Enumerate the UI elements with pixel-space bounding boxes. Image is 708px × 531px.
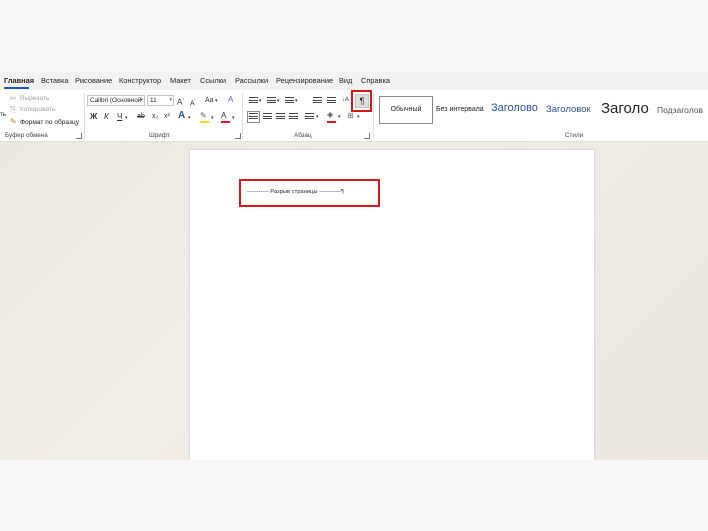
- multilevel-list-icon[interactable]: [285, 97, 294, 105]
- tab-references[interactable]: Ссылки: [200, 76, 226, 85]
- justify-icon[interactable]: [289, 113, 298, 121]
- tab-insert[interactable]: Вставка: [41, 76, 68, 85]
- borders-icon[interactable]: ⊞: [347, 111, 354, 121]
- style-normal[interactable]: Обычный: [379, 96, 433, 124]
- style-heading-1[interactable]: Заголово: [491, 102, 538, 114]
- chevron-down-icon[interactable]: ▾: [338, 112, 341, 122]
- tab-view[interactable]: Вид: [339, 76, 352, 85]
- paragraph-group-label: Абзац: [294, 132, 312, 139]
- underline-button[interactable]: Ч: [117, 112, 122, 122]
- chevron-down-icon: ▾: [140, 97, 143, 103]
- chevron-down-icon[interactable]: ▾: [259, 96, 262, 106]
- increase-indent-icon[interactable]: [327, 97, 336, 105]
- cut-button[interactable]: Вырезать: [20, 95, 49, 102]
- chevron-down-icon[interactable]: ▾: [357, 112, 360, 122]
- superscript-button[interactable]: x²: [164, 112, 170, 122]
- paragraph-launcher-icon[interactable]: [364, 133, 370, 139]
- bold-button[interactable]: Ж: [90, 112, 97, 122]
- shading-icon[interactable]: ◈: [327, 110, 333, 120]
- tab-design[interactable]: Конструктор: [119, 76, 161, 85]
- tab-layout[interactable]: Макет: [170, 76, 191, 85]
- separator: [84, 93, 85, 139]
- paste-button-label[interactable]: ть: [0, 112, 6, 118]
- chevron-down-icon[interactable]: ▾: [316, 112, 319, 122]
- grow-font-button[interactable]: A^: [177, 95, 184, 108]
- scissors-icon: ✂: [10, 94, 17, 103]
- chevron-down-icon[interactable]: ▾: [277, 96, 280, 106]
- bullets-icon[interactable]: [249, 97, 258, 105]
- tab-draw[interactable]: Рисование: [75, 76, 112, 85]
- shading-color-bar: [327, 121, 336, 123]
- top-area: [0, 0, 708, 72]
- line-spacing-icon[interactable]: [305, 113, 314, 121]
- font-launcher-icon[interactable]: [235, 133, 241, 139]
- copy-icon: ⎘: [10, 105, 17, 114]
- font-color-button[interactable]: A: [221, 111, 226, 121]
- clipboard-launcher-icon[interactable]: [76, 133, 82, 139]
- font-color-bar: [221, 121, 230, 123]
- tab-review[interactable]: Рецензирование: [276, 76, 333, 85]
- text-effects-button[interactable]: A: [178, 111, 185, 121]
- align-center-icon[interactable]: [263, 113, 272, 121]
- style-subtitle[interactable]: Подзаголов: [657, 105, 703, 115]
- change-case-button[interactable]: Aa ▾: [205, 96, 217, 106]
- chevron-down-icon: ▾: [169, 97, 172, 103]
- font-group-label: Шрифт: [149, 132, 170, 139]
- sort-button[interactable]: ↓A: [342, 95, 349, 105]
- copy-button[interactable]: Копировать: [20, 106, 56, 113]
- tab-home[interactable]: Главная: [4, 76, 34, 85]
- align-left-icon[interactable]: [247, 111, 260, 123]
- ribbon-tabs: Главная Вставка Рисование Конструктор Ма…: [0, 72, 708, 90]
- subscript-button[interactable]: x₂: [152, 112, 158, 122]
- format-painter-button[interactable]: Формат по образцу: [20, 119, 79, 126]
- style-no-spacing[interactable]: Без интервала: [436, 106, 484, 113]
- separator: [373, 93, 374, 139]
- styles-group-label: Стили: [565, 132, 584, 139]
- align-right-icon[interactable]: [276, 113, 285, 121]
- numbering-icon[interactable]: [267, 97, 276, 105]
- font-name-combo[interactable]: Calibri (Основной ▾: [87, 95, 145, 106]
- active-tab-indicator: [4, 87, 29, 89]
- style-title[interactable]: Заголо: [601, 100, 649, 117]
- clear-formatting-icon[interactable]: A: [228, 95, 233, 105]
- chevron-down-icon[interactable]: ▾: [188, 113, 191, 123]
- decrease-indent-icon[interactable]: [313, 97, 322, 105]
- highlighter-icon[interactable]: ✎: [200, 111, 207, 121]
- chevron-down-icon[interactable]: ▾: [211, 113, 214, 123]
- strikethrough-button[interactable]: ab: [137, 112, 145, 122]
- separator: [242, 93, 243, 139]
- font-size-combo[interactable]: 11 ▾: [147, 95, 174, 106]
- chevron-down-icon[interactable]: ▾: [295, 96, 298, 106]
- pilcrow-highlight-box: [351, 90, 372, 112]
- clipboard-group-label: Буфер обмена: [5, 132, 48, 139]
- shrink-font-button[interactable]: Aˇ: [190, 96, 196, 109]
- page-break-highlight-box: [239, 179, 380, 207]
- style-heading-2[interactable]: Заголовок: [546, 104, 591, 115]
- bottom-area: [0, 460, 708, 531]
- tab-mailings[interactable]: Рассылки: [235, 76, 268, 85]
- italic-button[interactable]: К: [104, 112, 109, 122]
- chevron-down-icon[interactable]: ▾: [232, 113, 235, 123]
- brush-icon: ✎: [10, 117, 17, 126]
- chevron-down-icon[interactable]: ▾: [125, 113, 128, 123]
- highlight-color-bar: [200, 121, 209, 123]
- tab-help[interactable]: Справка: [361, 76, 390, 85]
